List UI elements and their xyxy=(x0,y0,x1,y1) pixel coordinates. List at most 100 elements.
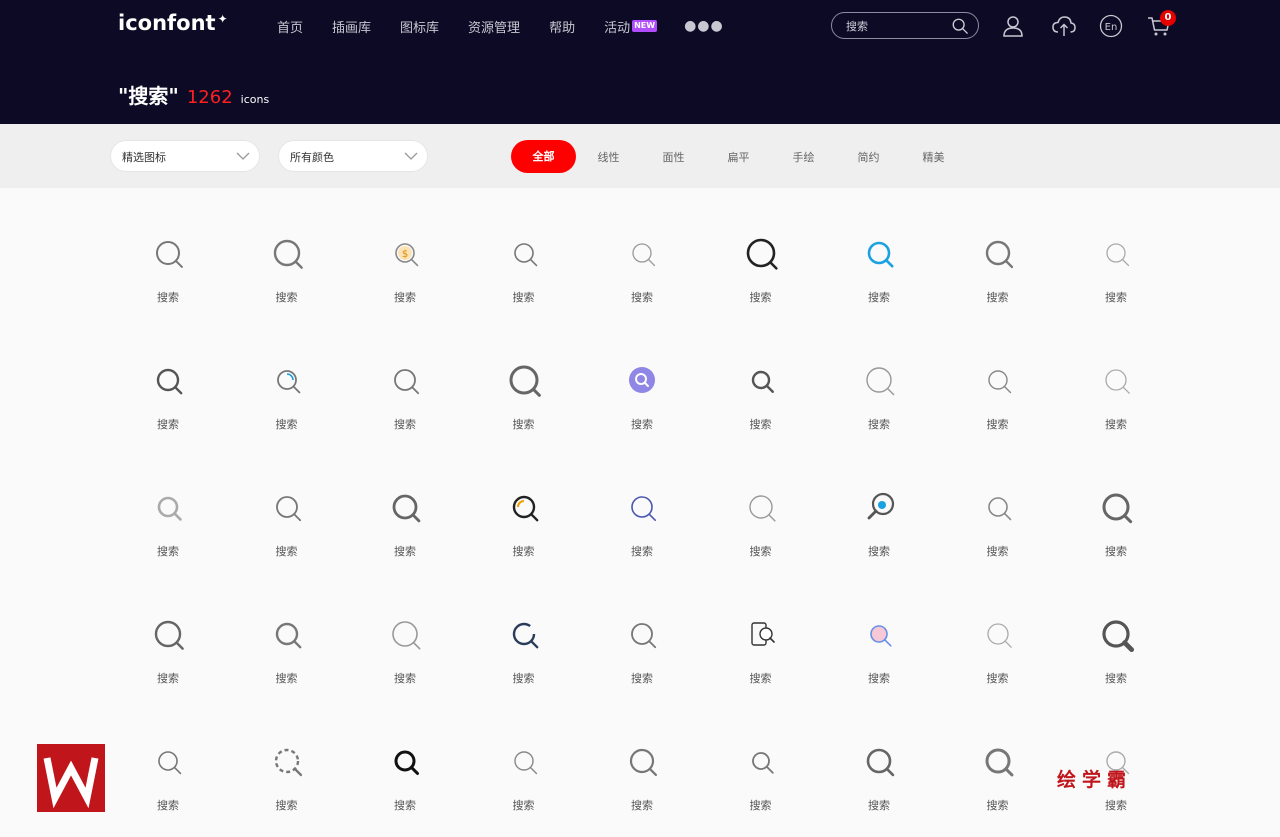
search-icon xyxy=(631,496,657,522)
icon-name-label: 搜索 xyxy=(1105,418,1127,431)
nav-help[interactable]: 帮助 xyxy=(549,17,575,36)
tab-filled[interactable]: 面性 xyxy=(641,149,706,165)
icon-name-label: 搜索 xyxy=(868,545,890,558)
search-icon xyxy=(156,368,183,395)
icon-card[interactable]: 搜索 xyxy=(465,224,583,324)
icon-name-label: 搜索 xyxy=(512,545,535,558)
icon-name-label: 搜索 xyxy=(868,672,890,685)
search-icon xyxy=(748,495,776,522)
icon-name-label: 搜索 xyxy=(631,418,653,431)
new-badge: NEW xyxy=(632,20,658,32)
icon-card[interactable]: 搜索 xyxy=(346,605,464,705)
icon-card[interactable]: 搜索 xyxy=(228,224,346,324)
logo-star-icon: ✦ xyxy=(217,12,228,26)
more-menu-icon[interactable]: ●●● xyxy=(684,18,724,34)
tab-all[interactable]: 全部 xyxy=(511,140,576,173)
icon-card[interactable]: 搜索 xyxy=(228,478,346,578)
icon-card[interactable]: 搜索 xyxy=(583,351,701,451)
icon-card[interactable]: 搜索 xyxy=(820,478,938,578)
tab-simple[interactable]: 简约 xyxy=(836,149,901,165)
user-icon[interactable] xyxy=(1000,13,1026,39)
watermark-w-icon xyxy=(43,757,99,809)
language-switch-icon[interactable]: En xyxy=(1098,13,1124,39)
nav-activity[interactable]: 活动 NEW xyxy=(604,17,658,36)
chevron-down-icon xyxy=(236,152,250,160)
tab-exquisite[interactable]: 精美 xyxy=(901,149,966,165)
icon-card[interactable]: 搜索 xyxy=(1057,351,1175,451)
icon-card[interactable]: 搜索 xyxy=(702,605,820,705)
search-input[interactable] xyxy=(846,18,946,34)
search-icon xyxy=(1106,243,1130,267)
icon-card[interactable]: 搜索 xyxy=(228,732,346,832)
nav-resource-management[interactable]: 资源管理 xyxy=(468,17,520,36)
icon-card[interactable]: 搜索 xyxy=(109,732,227,832)
icon-card[interactable]: 搜索 xyxy=(109,351,227,451)
icon-card[interactable]: 搜索 xyxy=(465,351,583,451)
icon-card[interactable]: 搜索 xyxy=(939,351,1057,451)
icon-card[interactable]: 搜索 xyxy=(702,478,820,578)
icon-card[interactable]: 搜索 xyxy=(583,732,701,832)
icon-card[interactable]: 搜索 xyxy=(702,224,820,324)
icon-card[interactable]: 搜索 xyxy=(702,351,820,451)
main-nav: 首页 插画库 图标库 资源管理 帮助 活动 NEW ●●● xyxy=(277,16,724,36)
tab-flat[interactable]: 扁平 xyxy=(706,149,771,165)
icon-card[interactable]: 搜索 xyxy=(820,351,938,451)
search-icon xyxy=(750,622,775,646)
search-icon xyxy=(394,750,419,775)
icon-card[interactable]: 搜索 xyxy=(1057,478,1175,578)
icon-card[interactable]: 搜索 xyxy=(346,732,464,832)
search-icon xyxy=(870,625,892,647)
search-icon xyxy=(867,241,894,268)
upload-cloud-icon[interactable] xyxy=(1051,13,1077,39)
icon-name-label: 搜索 xyxy=(157,799,179,812)
icon-card[interactable]: 搜索 xyxy=(109,605,227,705)
icon-card[interactable]: 搜索 xyxy=(939,605,1057,705)
iconfont-logo[interactable]: iconfont ✦ xyxy=(118,11,228,35)
nav-illustrations[interactable]: 插画库 xyxy=(332,17,371,36)
icon-card[interactable]: 搜索 xyxy=(346,478,464,578)
icon-name-label: 搜索 xyxy=(157,418,179,431)
icon-card[interactable]: 搜索 xyxy=(820,605,938,705)
search-icon xyxy=(274,748,302,777)
icon-card[interactable]: 搜索 xyxy=(109,224,227,324)
icon-card[interactable]: 搜索 xyxy=(702,732,820,832)
icon-card[interactable]: 搜索 xyxy=(820,732,938,832)
icon-card[interactable]: 搜索 xyxy=(465,478,583,578)
nav-icon-library[interactable]: 图标库 xyxy=(400,17,439,36)
icon-card[interactable]: 搜索 xyxy=(583,224,701,324)
icon-card[interactable]: 搜索 xyxy=(820,224,938,324)
icon-card[interactable]: 搜索 xyxy=(465,732,583,832)
icon-card[interactable]: 搜索 xyxy=(109,478,227,578)
icon-card[interactable]: 搜索 xyxy=(939,732,1057,832)
search-icon xyxy=(866,367,895,396)
nav-home[interactable]: 首页 xyxy=(277,17,303,36)
icon-card[interactable]: 搜索 xyxy=(346,351,464,451)
icon-name-label: 搜索 xyxy=(631,672,653,685)
icon-card[interactable]: $ 搜索 xyxy=(346,224,464,324)
icon-name-label: 搜索 xyxy=(157,291,179,304)
icon-card[interactable]: 搜索 xyxy=(228,605,346,705)
icon-name-label: 搜索 xyxy=(631,545,653,558)
icon-name-label: 搜索 xyxy=(749,799,772,812)
icon-name-label: 搜索 xyxy=(275,799,298,812)
tab-linear[interactable]: 线性 xyxy=(576,149,641,165)
icon-card[interactable]: 搜索 xyxy=(939,224,1057,324)
icon-name-label: 搜索 xyxy=(868,799,890,812)
search-icon xyxy=(158,751,182,775)
icon-card[interactable]: 搜索 xyxy=(228,351,346,451)
icon-card[interactable]: 搜索 xyxy=(465,605,583,705)
search-icon xyxy=(987,370,1011,394)
icon-card[interactable]: 搜索 xyxy=(939,478,1057,578)
icon-card[interactable]: 搜索 xyxy=(583,605,701,705)
color-select[interactable]: 所有颜色 xyxy=(278,140,428,172)
icon-card[interactable]: 搜索 xyxy=(1057,224,1175,324)
search-icon xyxy=(156,241,183,268)
search-icon[interactable] xyxy=(951,17,969,35)
watermark-brand-text: 绘学霸 xyxy=(1057,769,1133,791)
icon-type-select-label: 精选图标 xyxy=(122,151,166,164)
icon-card[interactable]: 搜索 xyxy=(1057,605,1175,705)
tab-hand-drawn[interactable]: 手绘 xyxy=(771,149,836,165)
icon-type-select[interactable]: 精选图标 xyxy=(110,140,260,172)
icon-card[interactable]: 搜索 xyxy=(583,478,701,578)
color-select-label: 所有颜色 xyxy=(290,151,334,164)
